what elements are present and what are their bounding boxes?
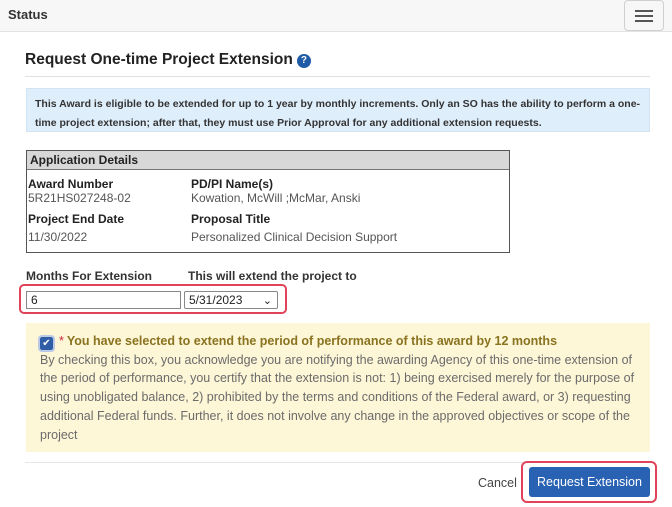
end-date-value: 11/30/2022 (28, 230, 88, 244)
pi-names-value: Kowation, McWill ;McMar, Anski (191, 191, 361, 205)
award-number-value: 5R21HS027248-02 (28, 191, 131, 205)
modal-title: Request One-time Project Extension? (25, 51, 311, 69)
acknowledgement-text: By checking this box, you acknowledge yo… (40, 352, 635, 442)
required-asterisk: * (59, 334, 64, 348)
top-bar: Status (0, 0, 672, 32)
modal-title-text: Request One-time Project Extension (25, 51, 293, 68)
proposal-title-label: Proposal Title (191, 212, 271, 226)
extend-date-value: 5/31/2023 (189, 293, 243, 307)
title-divider (25, 76, 650, 77)
menu-line (635, 20, 653, 22)
application-details: Application Details Award Number 5R21HS0… (26, 150, 510, 253)
months-input[interactable]: 6 (26, 291, 181, 309)
cancel-button[interactable]: Cancel (478, 476, 517, 490)
acknowledge-checkbox[interactable]: ✔ (38, 335, 55, 352)
request-extension-button[interactable]: Request Extension (529, 467, 650, 497)
status-title: Status (8, 7, 48, 22)
extend-to-label: This will extend the project to (188, 269, 357, 283)
pi-label: PD/PI Name(s) (191, 177, 274, 191)
end-date-label: Project End Date (28, 212, 125, 226)
chevron-down-icon: ⌄ (262, 295, 272, 307)
extend-date-select[interactable]: 5/31/2023 ⌄ (184, 291, 278, 309)
award-number-label: Award Number (28, 177, 114, 191)
eligibility-info: This Award is eligible to be extended fo… (26, 88, 650, 132)
application-details-heading: Application Details (27, 151, 509, 170)
proposal-title-value: Personalized Clinical Decision Support (191, 230, 398, 244)
hamburger-menu-icon[interactable] (624, 0, 664, 31)
menu-line (635, 15, 653, 17)
question-circle-icon[interactable]: ? (296, 54, 311, 68)
acknowledgement-heading: You have selected to extend the period o… (66, 334, 558, 348)
months-for-extension-label: Months For Extension (26, 269, 152, 283)
menu-line (635, 10, 653, 12)
acknowledgement-box: ✔ * You have selected to extend the period… (26, 323, 650, 452)
